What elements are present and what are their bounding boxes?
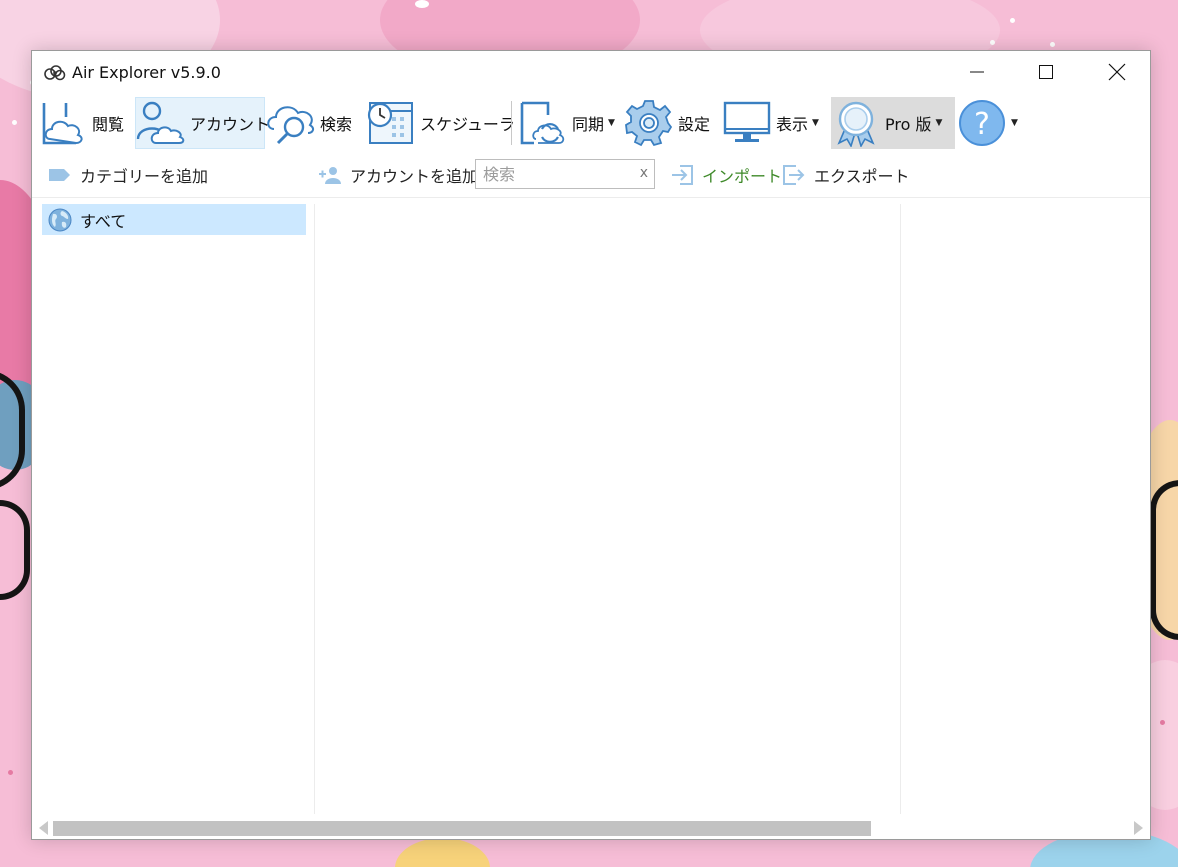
ribbon-account-label: アカウント — [190, 115, 271, 134]
ribbon-settings-button[interactable]: 設定 — [624, 97, 710, 149]
add-category-button[interactable]: カテゴリーを追加 — [48, 162, 208, 188]
window-title: Air Explorer v5.9.0 — [72, 63, 221, 82]
ribbon-search-label: 検索 — [320, 115, 353, 134]
ribbon-scheduler-label: スケジューラ — [420, 115, 515, 134]
title-bar[interactable]: Air Explorer v5.9.0 — [32, 51, 1150, 93]
tag-icon — [49, 169, 70, 181]
export-button[interactable]: エクスポート — [782, 162, 910, 188]
maximize-button[interactable] — [1011, 51, 1080, 93]
ribbon-view-button[interactable]: 表示 ▼ — [722, 97, 819, 149]
award-badge-icon — [837, 101, 875, 147]
view-dropdown-caret-icon[interactable]: ▼ — [812, 118, 819, 128]
maximize-icon — [1038, 65, 1053, 79]
minimize-button[interactable] — [942, 51, 1011, 93]
scroll-right-button[interactable] — [1131, 820, 1147, 836]
ribbon-browse-button[interactable]: 閲覧 — [38, 97, 124, 149]
scrollbar-thumb[interactable] — [53, 821, 871, 836]
ribbon-help-button[interactable]: ? ▼ — [957, 97, 1018, 149]
sync-dropdown-caret-icon[interactable]: ▼ — [608, 118, 615, 128]
gear-icon — [625, 100, 673, 147]
account-list-pane[interactable] — [315, 204, 900, 814]
triangle-left-icon — [39, 821, 48, 835]
globe-icon — [48, 208, 72, 231]
export-icon — [783, 165, 805, 185]
ribbon-pro-button[interactable]: Pro 版 ▼ — [831, 97, 955, 149]
import-button[interactable]: インポート — [670, 162, 782, 188]
scheduler-clock-icon — [367, 102, 413, 144]
add-user-icon — [319, 167, 341, 184]
category-item-all[interactable]: すべて — [42, 204, 306, 235]
ribbon-search-button[interactable]: 検索 — [266, 97, 352, 149]
minimize-icon — [969, 71, 984, 73]
search-input[interactable] — [476, 160, 626, 188]
pro-dropdown-caret-icon[interactable]: ▼ — [935, 118, 942, 128]
search-clear-button[interactable]: x — [640, 165, 648, 181]
import-label: インポート — [702, 167, 783, 186]
export-label: エクスポート — [814, 167, 910, 186]
close-button[interactable] — [1082, 51, 1151, 93]
account-icon — [136, 101, 185, 144]
scroll-left-button[interactable] — [35, 820, 51, 836]
horizontal-scrollbar[interactable] — [32, 818, 1150, 838]
close-icon — [1108, 63, 1125, 81]
app-logo-icon — [44, 65, 66, 81]
ribbon-scheduler-button[interactable]: スケジューラ — [366, 97, 515, 149]
account-search-box: x — [475, 159, 655, 189]
main-ribbon: 閲覧 アカウント 検索 スケジューラ 同期 ▼ 設定 表示 ▼ Pro 版 ▼ … — [32, 95, 1150, 149]
add-account-label: アカウントを追加 — [350, 167, 479, 186]
triangle-right-icon — [1134, 821, 1143, 835]
toolbar-divider — [32, 197, 1150, 198]
ribbon-sync-label: 同期 — [572, 115, 605, 134]
add-category-label: カテゴリーを追加 — [80, 167, 209, 186]
cloud-browse-icon — [42, 103, 83, 145]
ribbon-sync-button[interactable]: 同期 ▼ — [518, 97, 615, 149]
account-detail-pane — [901, 204, 1151, 814]
category-label: すべて — [80, 211, 127, 231]
svg-text:?: ? — [974, 107, 990, 142]
add-account-button[interactable]: アカウントを追加 — [318, 162, 478, 188]
account-toolbar: カテゴリーを追加 アカウントを追加 x インポート — [32, 154, 1150, 192]
ribbon-account-button[interactable]: アカウント — [135, 97, 270, 149]
import-icon — [672, 165, 693, 185]
cloud-search-icon — [267, 106, 315, 145]
ribbon-separator — [511, 101, 512, 145]
ribbon-view-label: 表示 — [776, 115, 809, 134]
ribbon-pro-label: Pro 版 — [885, 115, 932, 134]
help-dropdown-caret-icon[interactable]: ▼ — [1011, 118, 1018, 128]
ribbon-browse-label: 閲覧 — [92, 115, 125, 134]
help-icon: ? — [959, 100, 1005, 146]
category-tree: すべて — [42, 204, 306, 814]
ribbon-settings-label: 設定 — [678, 115, 711, 134]
monitor-icon — [723, 101, 771, 142]
app-window: Air Explorer v5.9.0 閲覧 アカウント 検索 スケジューラ 同… — [31, 50, 1151, 840]
sync-icon — [520, 101, 565, 145]
